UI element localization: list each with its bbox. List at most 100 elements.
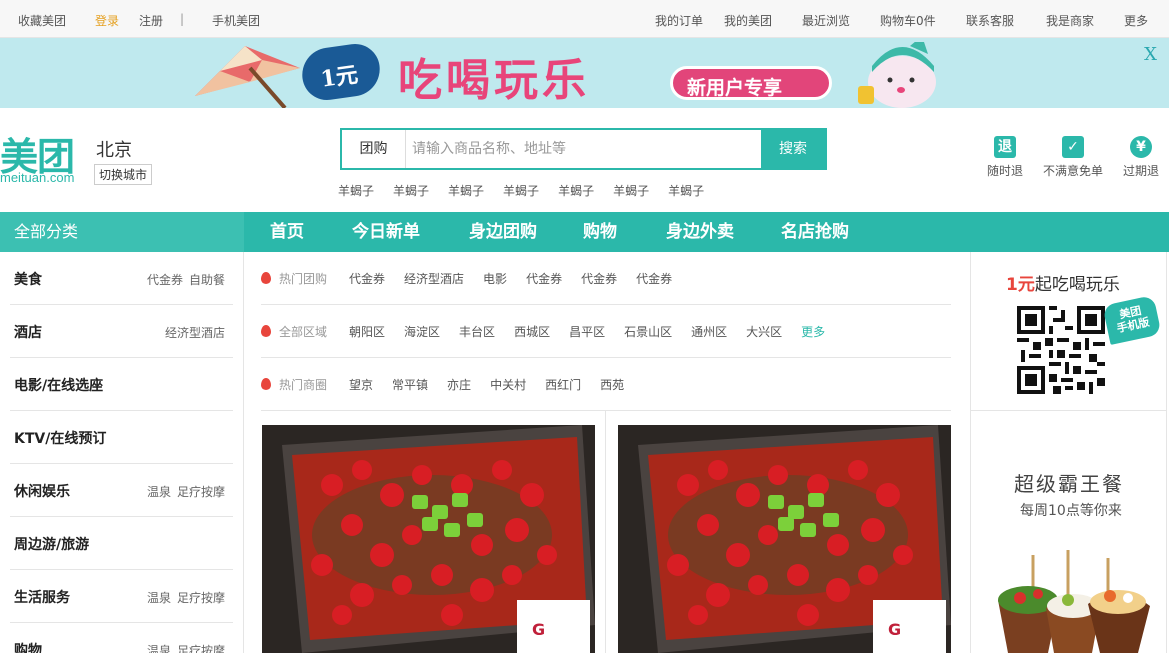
my-meituan-link[interactable]: 我的美团 (724, 12, 772, 29)
svg-text:G: G (888, 620, 901, 639)
checkmark-icon: ✓ (1062, 136, 1084, 158)
search-button[interactable]: 搜索 (761, 130, 825, 168)
sidebar-sub-link[interactable]: 足疗按摩 (177, 591, 225, 605)
register-link[interactable]: 注册 (139, 12, 163, 29)
filter-row-hot-deals: 热门团购 代金券 经济型酒店 电影 代金券 代金券 代金券 (261, 252, 951, 305)
return-anytime-icon: 退 (994, 136, 1016, 158)
filter-option[interactable]: 中关村 (490, 378, 526, 392)
sidebar-item-label: 购物 (14, 643, 42, 653)
sidebar-item-ktv[interactable]: KTV/在线预订 (10, 411, 233, 464)
bawang-title[interactable]: 超级霸王餐 (1014, 468, 1124, 497)
nav-famous-stores[interactable]: 名店抢购 (781, 212, 849, 252)
filter-option[interactable]: 昌平区 (569, 325, 605, 339)
sidebar-sub-link[interactable]: 足疗按摩 (177, 644, 225, 653)
filter-option[interactable]: 代金券 (349, 272, 385, 286)
my-orders-link[interactable]: 我的订单 (655, 12, 703, 29)
service-return-anytime[interactable]: 退 随时退 (986, 136, 1024, 179)
hot-keyword[interactable]: 羊蝎子 (558, 182, 594, 199)
new-user-pill: 新用户专享 (670, 66, 832, 100)
service-label: 随时退 (986, 164, 1023, 178)
right-column-border (1166, 252, 1167, 653)
cart-link[interactable]: 购物车0件 (880, 12, 936, 29)
hot-keyword[interactable]: 羊蝎子 (668, 182, 704, 199)
deal-column-divider (605, 411, 606, 653)
sidebar-item-travel[interactable]: 周边游/旅游 (10, 517, 233, 570)
filter-option[interactable]: 西城区 (514, 325, 550, 339)
sidebar-item-movies[interactable]: 电影/在线选座 (10, 358, 233, 411)
filter-option[interactable]: 常平镇 (392, 378, 428, 392)
filter-option[interactable]: 经济型酒店 (404, 272, 464, 286)
sidebar-sub-link[interactable]: 代金券 (147, 273, 183, 287)
category-sidebar: 美食 代金券 自助餐 酒店 经济型酒店 电影/在线选座 KTV/在线预订 休闲娱乐… (0, 252, 244, 653)
hot-keyword[interactable]: 羊蝎子 (448, 182, 484, 199)
filter-option[interactable]: 朝阳区 (349, 325, 385, 339)
search-input[interactable] (408, 130, 764, 168)
hot-keyword[interactable]: 羊蝎子 (393, 182, 429, 199)
filter-option[interactable]: 大兴区 (746, 325, 782, 339)
hot-keyword[interactable]: 羊蝎子 (503, 182, 539, 199)
promo-banner[interactable]: 1元 吃喝玩乐 新用户专享 X (0, 38, 1169, 108)
filter-option[interactable]: 西苑 (600, 378, 624, 392)
search-category-select[interactable]: 团购 (342, 130, 406, 168)
nav-nearby-deals[interactable]: 身边团购 (469, 212, 537, 252)
main-nav: 全部分类 首页 今日新单 身边团购 购物 身边外卖 名店抢购 (0, 212, 1169, 252)
service-expired-refund[interactable]: ¥ 过期退 (1121, 136, 1161, 179)
qr-code-icon[interactable] (1017, 306, 1105, 394)
right-column-separator (970, 410, 1167, 411)
mobile-meituan-link[interactable]: 手机美团 (212, 12, 260, 29)
hot-keywords: 羊蝎子 羊蝎子 羊蝎子 羊蝎子 羊蝎子 羊蝎子 羊蝎子 (338, 182, 723, 199)
close-banner-button[interactable]: X (1144, 44, 1157, 65)
merchant-link[interactable]: 我是商家 (1046, 12, 1094, 29)
sidebar-sub-link[interactable]: 温泉 (147, 485, 171, 499)
hot-keyword[interactable]: 羊蝎子 (613, 182, 649, 199)
sidebar-item-label: 电影/在线选座 (14, 378, 104, 394)
hot-keyword[interactable]: 羊蝎子 (338, 182, 374, 199)
all-categories-button[interactable]: 全部分类 (0, 212, 244, 252)
sidebar-item-label: 美食 (14, 272, 42, 288)
filter-option[interactable]: 代金券 (581, 272, 617, 286)
sidebar-sub-link[interactable]: 经济型酒店 (165, 326, 225, 340)
deal-image[interactable]: G (618, 425, 951, 653)
sidebar-item-hotel[interactable]: 酒店 经济型酒店 (10, 305, 233, 358)
sidebar-item-shopping[interactable]: 购物 温泉 足疗按摩 (10, 623, 233, 653)
filter-more-link[interactable]: 更多 (801, 325, 825, 339)
sidebar-item-life-services[interactable]: 生活服务 温泉 足疗按摩 (10, 570, 233, 623)
filter-option[interactable]: 丰台区 (459, 325, 495, 339)
login-link[interactable]: 登录 (95, 12, 119, 29)
customer-service-link[interactable]: 联系客服 (966, 12, 1014, 29)
bookmark-link[interactable]: 收藏美团 (18, 12, 66, 29)
more-link[interactable]: 更多 (1124, 12, 1148, 29)
sidebar-sub-link[interactable]: 温泉 (147, 591, 171, 605)
filter-option[interactable]: 石景山区 (624, 325, 672, 339)
filter-option[interactable]: 亦庄 (447, 378, 471, 392)
deal-image[interactable]: G (262, 425, 595, 653)
filter-option[interactable]: 代金券 (636, 272, 672, 286)
dessert-image (998, 550, 1150, 653)
recently-viewed-link[interactable]: 最近浏览 (802, 12, 850, 29)
sidebar-item-leisure[interactable]: 休闲娱乐 温泉 足疗按摩 (10, 464, 233, 517)
meituan-domain[interactable]: meituan.com (0, 170, 74, 185)
nav-home[interactable]: 首页 (270, 212, 304, 252)
filter-option[interactable]: 电影 (483, 272, 507, 286)
sidebar-item-label: 生活服务 (14, 590, 70, 606)
mobile-app-tag[interactable]: 美团 手机版 (1102, 295, 1162, 345)
sidebar-item-food[interactable]: 美食 代金券 自助餐 (10, 252, 233, 305)
nav-shopping[interactable]: 购物 (583, 212, 617, 252)
one-yuan-badge: 1元 (298, 40, 384, 104)
banner-slogan: 吃喝玩乐 (398, 55, 590, 106)
sidebar-sub-link[interactable]: 足疗按摩 (177, 485, 225, 499)
filter-option[interactable]: 望京 (349, 378, 373, 392)
filter-option[interactable]: 西红门 (545, 378, 581, 392)
sidebar-sub-link[interactable]: 自助餐 (189, 273, 225, 287)
sidebar-sub-link[interactable]: 温泉 (147, 644, 171, 653)
nav-today-new[interactable]: 今日新单 (352, 212, 420, 252)
nav-takeout[interactable]: 身边外卖 (666, 212, 734, 252)
switch-city-button[interactable]: 切换城市 (94, 164, 153, 185)
filter-option[interactable]: 通州区 (691, 325, 727, 339)
service-free-if-unsatisfied[interactable]: ✓ 不满意免单 (1042, 136, 1104, 179)
service-label: 不满意免单 (1042, 164, 1103, 178)
flame-icon (261, 325, 271, 337)
flame-icon (261, 272, 271, 284)
filter-option[interactable]: 海淀区 (404, 325, 440, 339)
filter-option[interactable]: 代金券 (526, 272, 562, 286)
